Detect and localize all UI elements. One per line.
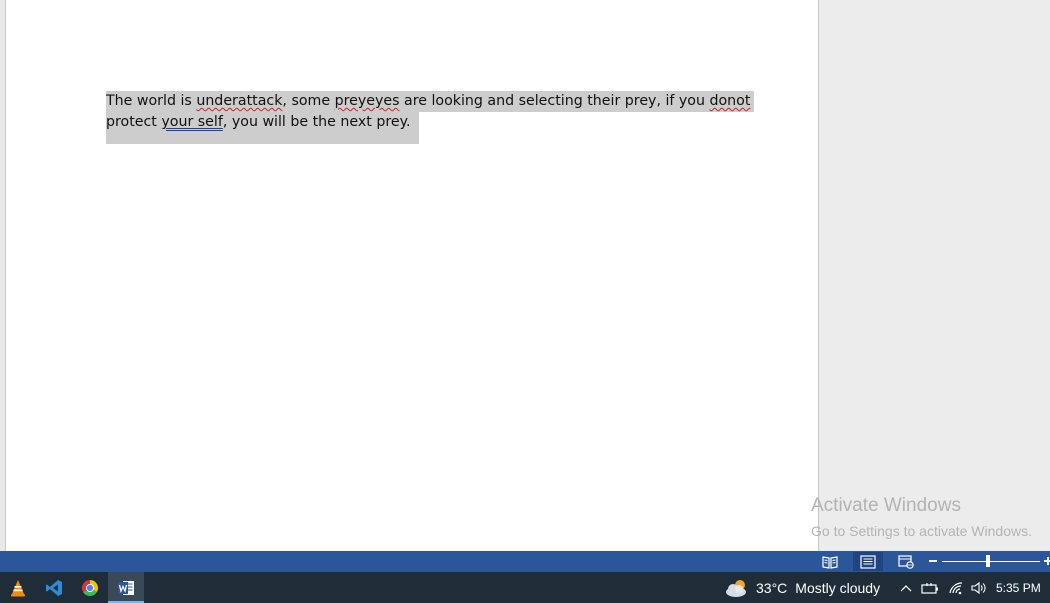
taskbar-app-vscode[interactable] [36,572,72,603]
spelling-error[interactable]: donot [709,93,750,109]
speaker-icon [971,581,986,594]
weather-widget[interactable]: 33°C Mostly cloudy [724,572,880,603]
read-mode-icon [822,555,838,569]
system-clock[interactable]: 5:35 PM [996,572,1041,603]
zoom-out-icon[interactable] [929,560,937,562]
taskbar: 33°C Mostly cloudy 5:35 PM [0,572,1050,603]
show-hidden-icons-button[interactable] [897,572,915,603]
weather-cloud-icon [726,579,746,597]
weather-temperature: 33°C [756,579,788,596]
text-segment: are looking and selecting their prey, if… [399,93,710,109]
spelling-error[interactable]: underattack [196,93,282,109]
word-icon [118,580,134,595]
text-segment: , you will be the next prey. [222,114,411,130]
weather-description: Mostly cloudy [795,579,881,596]
status-bar [0,551,1050,572]
print-layout-button[interactable] [853,552,883,571]
zoom-slider[interactable] [942,561,1040,562]
text-segment: protect [106,114,162,130]
taskbar-app-vlc[interactable] [0,572,36,603]
document-area: The world is underattack, some preyeyes … [0,0,1050,551]
text-segment: , some [282,93,335,109]
web-layout-icon [898,554,914,569]
web-layout-button[interactable] [891,552,921,571]
battery-icon [921,582,938,594]
print-layout-icon [860,554,876,569]
network-tray-button[interactable] [945,572,967,603]
vscode-icon [46,579,62,596]
paragraph-line-1[interactable]: The world is underattack, some preyeyes … [106,91,755,112]
document-paragraph[interactable]: The world is underattack, some preyeyes … [106,91,755,144]
canvas-background [820,0,1050,551]
volume-tray-button[interactable] [967,572,989,603]
read-mode-button[interactable] [815,552,845,571]
paragraph-line-2[interactable]: protect your self, you will be the next … [106,112,419,144]
text-segment: The world is [106,93,197,109]
chevron-up-icon [900,584,912,591]
spelling-error[interactable]: preyeyes [335,93,400,109]
wifi-icon [949,581,963,594]
taskbar-app-chrome[interactable] [72,572,108,603]
battery-tray-button[interactable] [920,572,940,603]
zoom-slider-thumb[interactable] [986,555,990,567]
grammar-error[interactable]: your self [161,114,222,130]
document-page[interactable]: The world is underattack, some preyeyes … [5,0,819,551]
zoom-in-icon-stem[interactable] [1047,557,1049,565]
vlc-icon [11,579,25,596]
taskbar-app-word[interactable] [108,572,144,603]
chrome-icon [81,579,99,596]
